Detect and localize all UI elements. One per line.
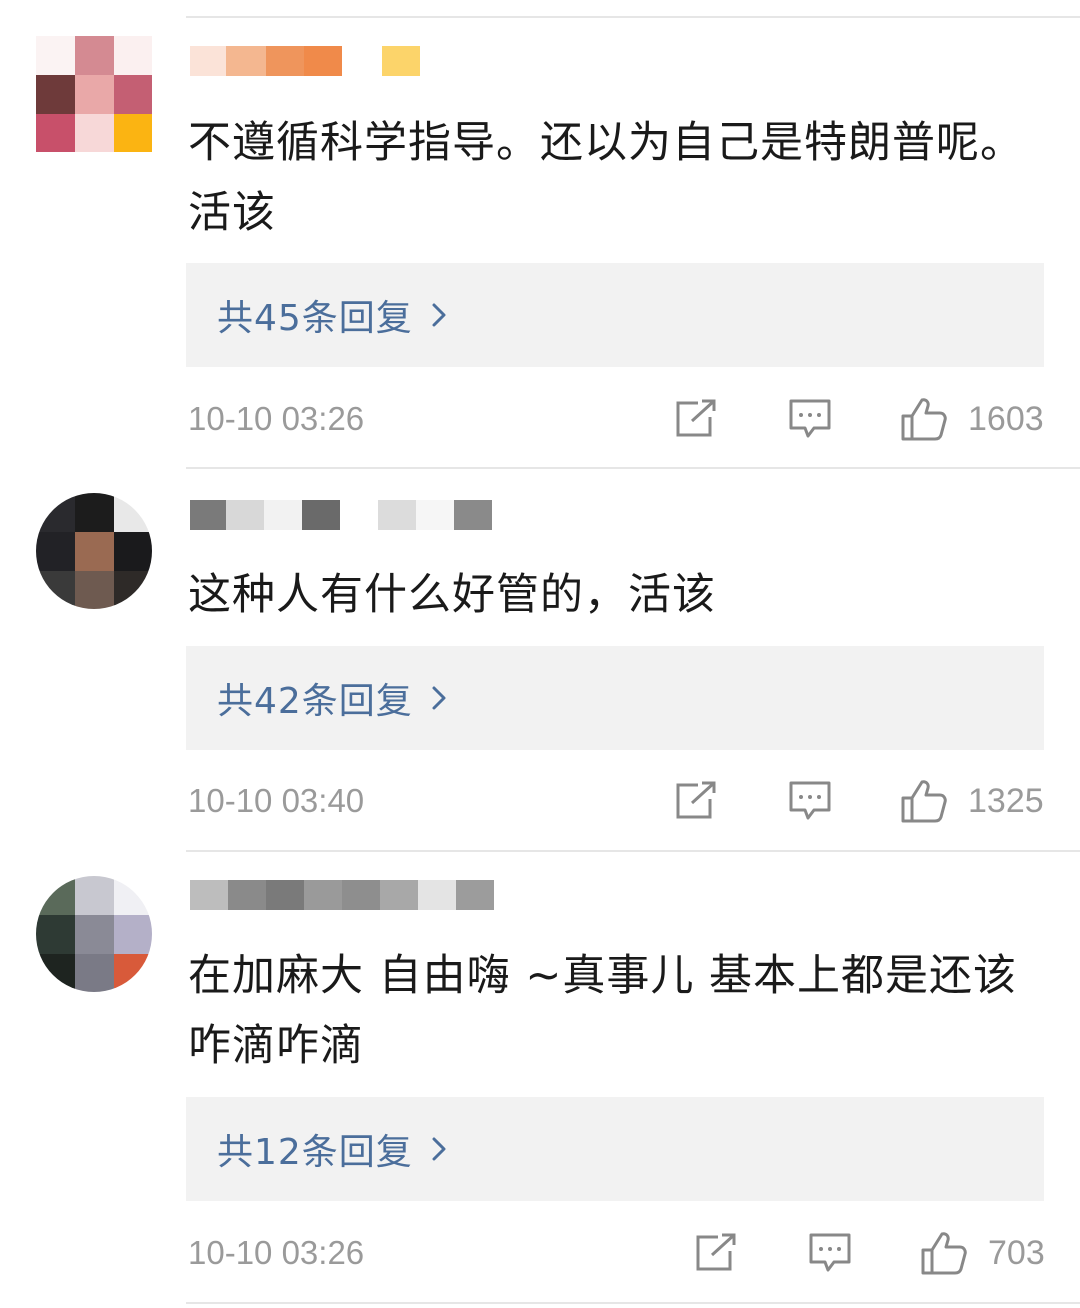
- thumbs-up-icon: [900, 396, 948, 442]
- comment-bubble-icon[interactable]: [808, 1228, 852, 1278]
- comment-meta: 10-10 03:26 1603: [186, 394, 1044, 444]
- timestamp: 10-10 03:40: [188, 782, 365, 819]
- share-external-icon[interactable]: [674, 776, 718, 826]
- chevron-right-icon: [431, 680, 453, 716]
- like-button[interactable]: 1325: [900, 776, 1044, 826]
- view-replies-button[interactable]: 共45条回复: [186, 263, 1044, 367]
- bottom-divider: [186, 1302, 1080, 1304]
- comment-text: 这种人有什么好管的，活该: [188, 570, 716, 620]
- share-external-icon[interactable]: [694, 1228, 738, 1278]
- timestamp: 10-10 03:26: [188, 1234, 365, 1271]
- reply-count-label: 共45条回复: [217, 298, 413, 339]
- comment-bubble-icon[interactable]: [788, 394, 832, 444]
- like-button[interactable]: 1603: [900, 394, 1044, 444]
- like-count: 703: [988, 1233, 1045, 1272]
- thumbs-up-icon: [920, 1230, 968, 1276]
- view-replies-button[interactable]: 共42条回复: [186, 646, 1044, 750]
- reply-count-label: 共12条回复: [217, 1132, 413, 1173]
- comment-divider: [186, 850, 1080, 852]
- top-divider: [186, 16, 1080, 18]
- chevron-right-icon: [431, 297, 453, 333]
- username-blurred[interactable]: [190, 44, 420, 78]
- comment-divider: [186, 467, 1080, 469]
- like-button[interactable]: 703: [920, 1228, 1045, 1278]
- avatar[interactable]: [36, 876, 152, 992]
- comment-meta: 10-10 03:40 1325: [186, 776, 1044, 826]
- comment-bubble-icon[interactable]: [788, 776, 832, 826]
- reply-count-label: 共42条回复: [217, 681, 413, 722]
- avatar[interactable]: [36, 36, 152, 152]
- avatar[interactable]: [36, 493, 152, 609]
- username-blurred[interactable]: [190, 878, 494, 912]
- like-count: 1325: [968, 781, 1044, 820]
- view-replies-button[interactable]: 共12条回复: [186, 1097, 1044, 1201]
- comment-text: 在加麻大 自由嗨 ~真事儿 基本上都是还该咋滴咋滴: [188, 951, 1018, 1071]
- comment-meta: 10-10 03:26 703: [186, 1228, 1045, 1278]
- username-blurred[interactable]: [190, 498, 492, 532]
- share-external-icon[interactable]: [674, 394, 718, 444]
- timestamp: 10-10 03:26: [188, 400, 365, 437]
- chevron-right-icon: [431, 1131, 453, 1167]
- comment-text: 不遵循科学指导。还以为自己是特朗普呢。活该: [188, 118, 1024, 238]
- like-count: 1603: [968, 399, 1044, 438]
- thumbs-up-icon: [900, 778, 948, 824]
